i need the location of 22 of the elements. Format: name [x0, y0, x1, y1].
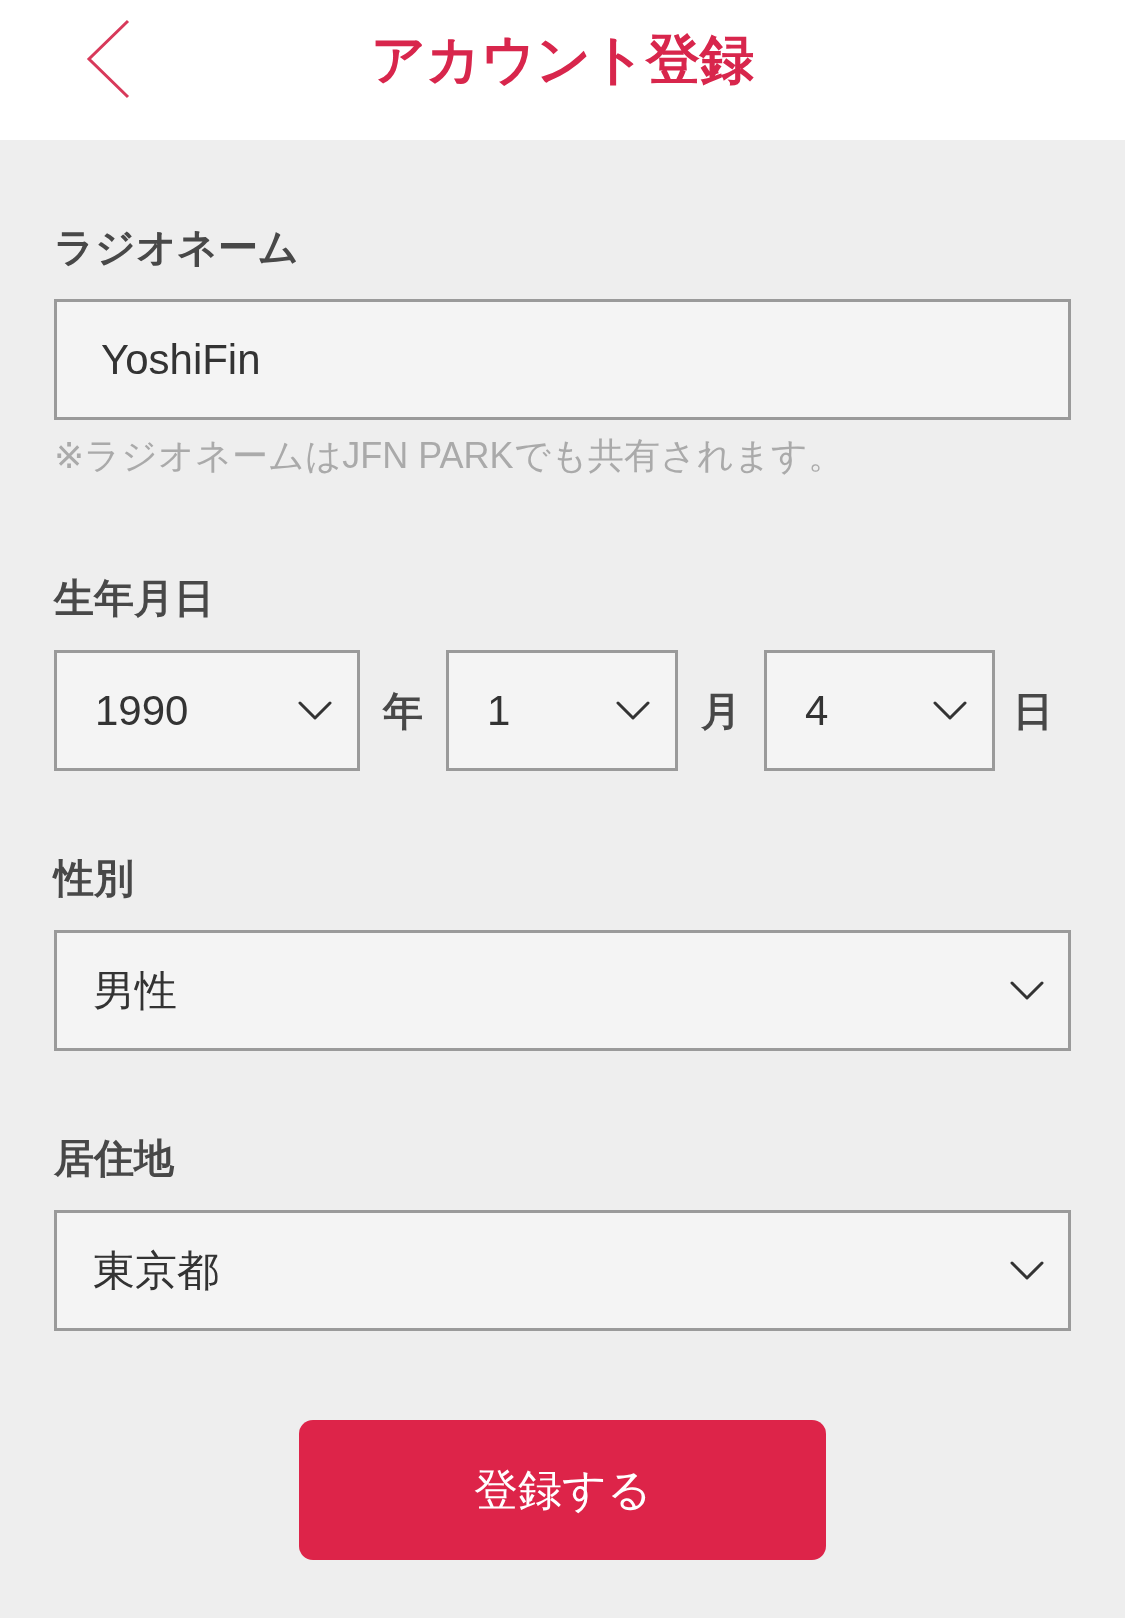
date-select[interactable]: 4	[764, 650, 995, 771]
field-label: 性別	[54, 855, 135, 902]
date-select[interactable]: 1990	[54, 650, 360, 771]
page-title: アカウント登録	[371, 27, 754, 91]
chevron-down-icon	[933, 701, 967, 720]
back-icon[interactable]	[86, 18, 130, 99]
submit-button[interactable]: 登録する	[299, 1420, 826, 1560]
chevron-down-icon	[1010, 1261, 1044, 1280]
hint-text: ※ラジオネームはJFN PARKでも共有されます。	[54, 434, 845, 478]
chevron-down-icon	[298, 701, 332, 720]
dropdown-select[interactable]: 東京都	[54, 1210, 1071, 1331]
text-input-field[interactable]: YoshiFin	[54, 299, 1071, 420]
date-unit-label: 年	[383, 687, 423, 735]
chevron-down-icon	[616, 701, 650, 720]
dropdown-select[interactable]: 男性	[54, 930, 1071, 1051]
chevron-down-icon	[1010, 981, 1044, 1000]
date-unit-label: 月	[701, 687, 741, 735]
field-label: 生年月日	[54, 575, 215, 622]
field-label: 居住地	[54, 1135, 175, 1182]
date-unit-label: 日	[1013, 687, 1053, 735]
field-label: ラジオネーム	[54, 224, 300, 271]
date-select[interactable]: 1	[446, 650, 678, 771]
